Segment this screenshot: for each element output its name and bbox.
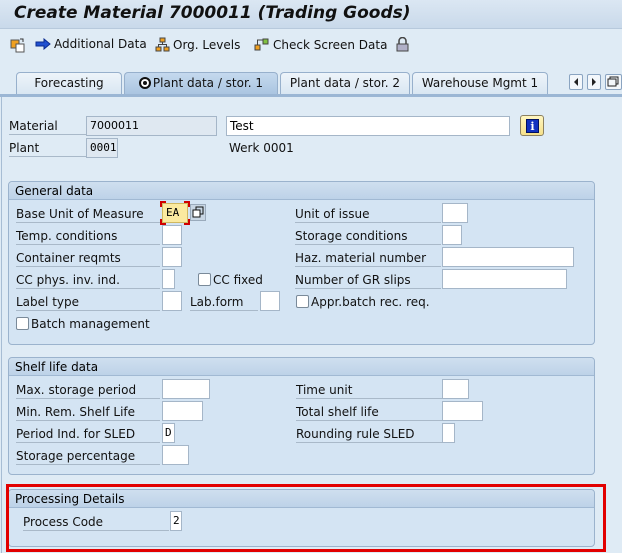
copy-icon — [192, 206, 204, 218]
unit-of-issue-input[interactable] — [442, 203, 468, 223]
scroll-right-icon — [592, 78, 596, 86]
org-levels-icon — [155, 37, 170, 52]
tab-plant-data-stor-2[interactable]: Plant data / stor. 2 — [280, 72, 410, 94]
total-shelf-life-input[interactable] — [442, 401, 483, 421]
other-view-icon — [10, 38, 25, 53]
max-storage-label: Max. storage period — [16, 381, 160, 399]
scroll-left-icon — [574, 78, 578, 86]
highlight-box — [6, 484, 606, 552]
cc-fixed-label: CC fixed — [213, 273, 263, 287]
material-description-input[interactable]: Test — [226, 116, 510, 136]
container-reqmts-input[interactable] — [162, 247, 182, 267]
min-rem-shelf-label: Min. Rem. Shelf Life — [16, 403, 160, 421]
batch-management-label: Batch management — [31, 317, 150, 331]
base-uom-input[interactable]: EA — [162, 203, 188, 223]
time-unit-label: Time unit — [296, 381, 442, 399]
scroll-tabs-left-button[interactable] — [569, 74, 583, 90]
scroll-tabs-right-button[interactable] — [587, 74, 601, 90]
tab-list-button[interactable] — [605, 74, 622, 90]
other-view-button[interactable] — [10, 37, 29, 53]
general-data-title: General data — [9, 182, 594, 200]
storage-percentage-label: Storage percentage — [16, 447, 160, 465]
arrow-right-icon — [35, 38, 51, 50]
cc-fixed-checkbox[interactable] — [198, 273, 211, 286]
tab-warehouse-mgmt-1[interactable]: Warehouse Mgmt 1 — [412, 72, 548, 94]
material-field: 7000011 — [86, 116, 217, 136]
gr-slips-label: Number of GR slips — [295, 271, 441, 289]
tab-plant-data-stor-1[interactable]: Plant data / stor. 1 — [124, 72, 278, 95]
material-label: Material — [9, 117, 87, 135]
lock-button[interactable] — [396, 37, 412, 52]
rounding-rule-label: Rounding rule SLED — [296, 425, 442, 443]
label-type-input[interactable] — [162, 291, 182, 311]
info-icon: i — [526, 119, 539, 133]
temp-conditions-input[interactable] — [162, 225, 182, 245]
haz-material-label: Haz. material number — [295, 249, 441, 267]
period-ind-input[interactable]: D — [162, 423, 175, 443]
storage-conditions-input[interactable] — [442, 225, 462, 245]
appr-batch-label: Appr.batch rec. req. — [311, 295, 430, 309]
total-shelf-life-label: Total shelf life — [296, 403, 442, 421]
storage-conditions-label: Storage conditions — [295, 227, 441, 245]
appr-batch-checkbox[interactable] — [296, 295, 309, 308]
tab-forecasting[interactable]: Forecasting — [16, 72, 122, 94]
base-uom-label: Base Unit of Measure — [16, 205, 160, 223]
label-type-label: Label type — [16, 293, 160, 311]
additional-data-button[interactable]: Additional Data — [35, 37, 147, 51]
application-toolbar: Additional Data Org. Levels Check Screen… — [0, 30, 622, 60]
min-rem-shelf-input[interactable] — [162, 401, 203, 421]
plant-label: Plant — [9, 139, 87, 157]
org-levels-button[interactable]: Org. Levels — [155, 37, 240, 52]
time-unit-input[interactable] — [442, 379, 469, 399]
window-title: Create Material 7000011 (Trading Goods) — [14, 3, 411, 23]
cc-phys-inv-input[interactable] — [162, 269, 175, 289]
value-help-button[interactable] — [190, 204, 206, 221]
batch-management-checkbox[interactable] — [16, 317, 29, 330]
check-screen-icon — [254, 38, 269, 51]
unit-of-issue-label: Unit of issue — [295, 205, 441, 223]
lab-form-input[interactable] — [260, 291, 280, 311]
container-reqmts-label: Container reqmts — [16, 249, 160, 267]
plant-name: Werk 0001 — [229, 141, 294, 155]
rounding-rule-input[interactable] — [442, 423, 455, 443]
haz-material-input[interactable] — [442, 247, 574, 267]
lab-form-label: Lab.form — [190, 293, 258, 311]
info-button[interactable]: i — [520, 115, 544, 136]
check-screen-data-button[interactable]: Check Screen Data — [254, 37, 387, 52]
max-storage-input[interactable] — [162, 379, 210, 399]
plant-field: 0001 — [86, 138, 118, 158]
gr-slips-input[interactable] — [442, 269, 567, 289]
lock-icon — [396, 37, 409, 52]
storage-percentage-input[interactable] — [162, 445, 189, 465]
temp-conditions-label: Temp. conditions — [16, 227, 160, 245]
title-bar: Create Material 7000011 (Trading Goods) — [0, 0, 622, 29]
cc-phys-inv-label: CC phys. inv. ind. — [16, 271, 160, 289]
period-ind-label: Period Ind. for SLED — [16, 425, 160, 443]
shelf-life-title: Shelf life data — [9, 358, 594, 376]
tab-list-icon — [607, 76, 619, 87]
active-tab-icon — [138, 77, 151, 89]
tab-strip: Forecasting Plant data / stor. 1 Plant d… — [0, 72, 622, 95]
